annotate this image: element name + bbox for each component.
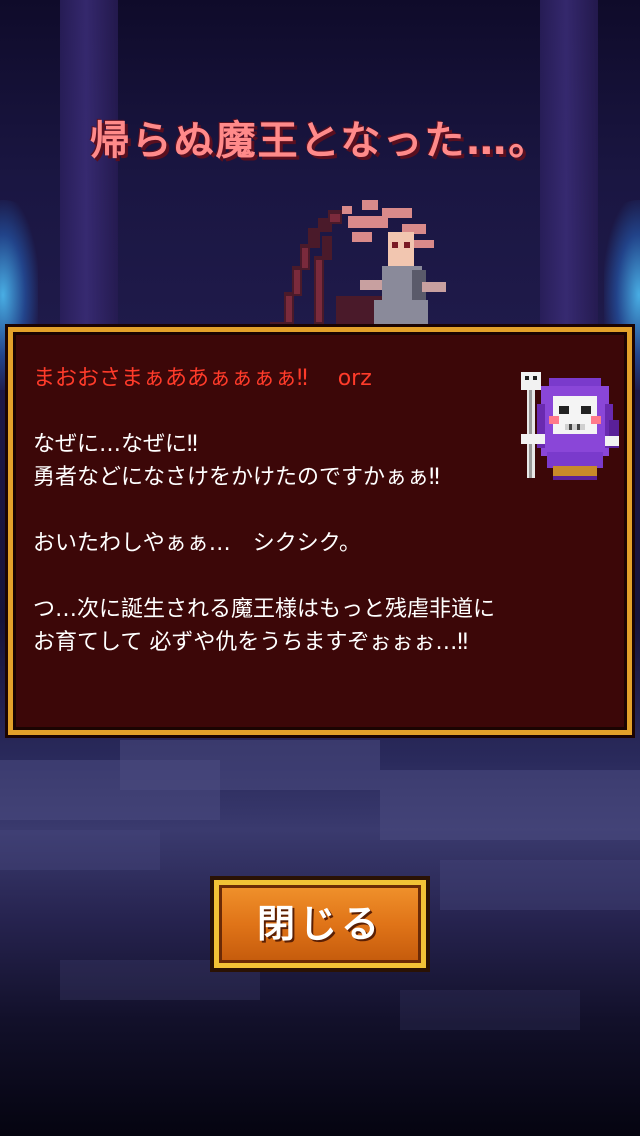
reaper-advisor-icon xyxy=(521,372,619,480)
dialog-line-1: なぜに…なぜに‼ xyxy=(33,432,198,457)
dialog-text: まおおさまぁああぁぁぁぁ‼ orz なぜに…なぜに‼ 勇者などになさけをかけたので… xyxy=(33,362,533,659)
game-over-title: 帰らぬ魔王となった…。 xyxy=(89,118,551,164)
dialog-shout-line: まおおさまぁああぁぁぁぁ‼ orz xyxy=(33,362,533,395)
close-button[interactable]: 閉じる xyxy=(214,880,426,968)
dialog-box: まおおさまぁああぁぁぁぁ‼ orz なぜに…なぜに‼ 勇者などになさけをかけたので… xyxy=(8,327,632,735)
game-over-screen: 帰らぬ魔王となった…。 まおおさまぁああぁぁぁぁ‼ orz なぜに…なぜに‼ 勇… xyxy=(0,0,640,1136)
dialog-line-5: お育てして 必ずや仇をうちますぞぉぉぉ…‼ xyxy=(33,630,469,655)
dialog-line-3: おいたわしやぁぁ… シクシク。 xyxy=(33,531,362,556)
dialog-line-4: つ…次に誕生される魔王様はもっと残虐非道に xyxy=(33,597,496,622)
defeated-demon-lord-sprite xyxy=(270,200,446,330)
dialog-shout: まおおさまぁああぁぁぁぁ‼ xyxy=(33,366,308,391)
dialog-line-2: 勇者などになさけをかけたのですかぁぁ‼ xyxy=(33,465,440,490)
dialog-orz: orz xyxy=(337,366,372,391)
